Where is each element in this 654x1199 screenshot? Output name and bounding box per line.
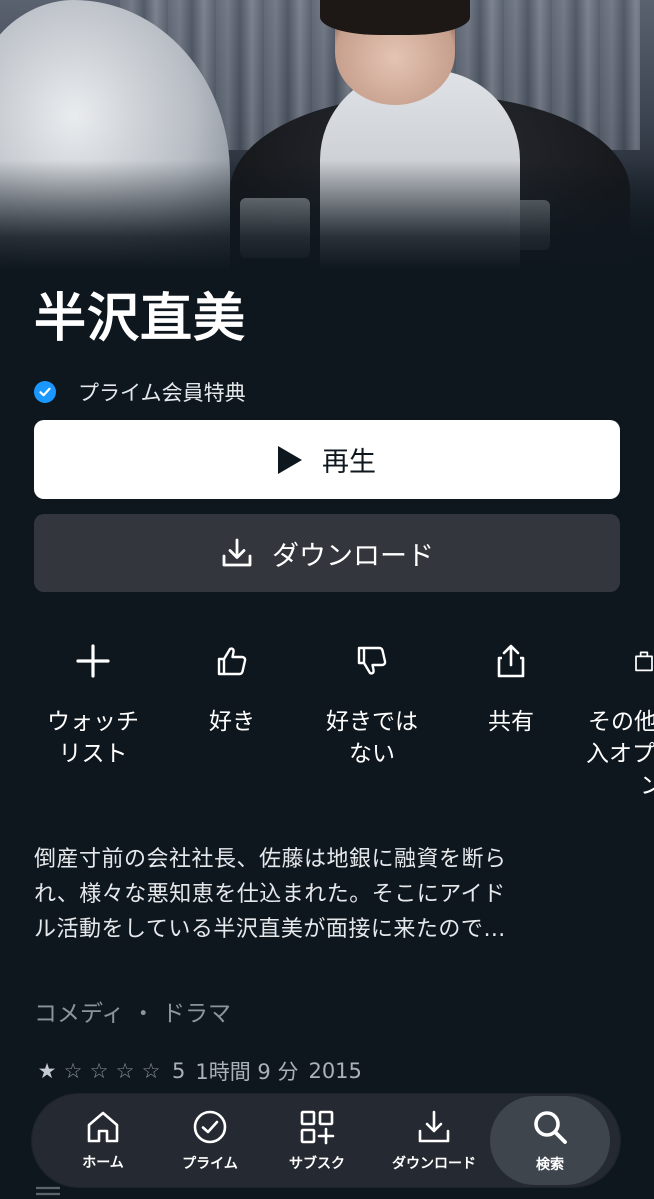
star-empty-icon: ☆ [89, 1059, 109, 1083]
nav-home[interactable]: ホーム [47, 1094, 159, 1187]
play-button[interactable]: 再生 [34, 420, 620, 499]
nav-subscriptions[interactable]: サブスク [261, 1094, 373, 1187]
subscription-icon [300, 1110, 335, 1144]
play-label: 再生 [322, 447, 376, 478]
synopsis-line: 倒産寸前の会社社長、佐藤は地銀に融資を断ら [34, 847, 507, 872]
nav-home-label: ホーム [82, 1154, 124, 1171]
watchlist-label-2: リスト [58, 741, 128, 767]
star-empty-icon: ☆ [63, 1059, 83, 1083]
more-options-label-3: ン [640, 773, 654, 799]
prime-label: プライム会員特典 [78, 381, 246, 405]
share-icon [441, 636, 581, 686]
dislike-action[interactable]: 好きでは ない [302, 636, 442, 770]
bottom-nav: ホーム プライム サブスク ダウンロード 検索 [32, 1094, 620, 1187]
download-icon [222, 538, 252, 567]
more-options-action[interactable]: その他 入オプ ン [582, 636, 654, 802]
nav-search-label: 検索 [536, 1156, 564, 1173]
prime-badge: プライム会員特典 [34, 376, 246, 408]
page-title: 半沢直美 [34, 289, 247, 349]
like-action[interactable]: 好き [162, 636, 302, 738]
dislike-label-1: 好きでは [326, 709, 418, 735]
list-icon [34, 1182, 74, 1199]
thumbs-up-icon [162, 636, 302, 686]
dislike-label-2: ない [349, 741, 395, 767]
duration: 1時間 9 分 [195, 1060, 299, 1084]
nav-downloads[interactable]: ダウンロード [378, 1094, 490, 1187]
star-rating: ★ ☆ ☆ ☆ ☆ [34, 1059, 164, 1083]
plus-icon [23, 636, 163, 686]
nav-downloads-label: ダウンロード [392, 1155, 476, 1172]
like-label: 好き [209, 709, 255, 735]
action-row: ウォッチ リスト 好き 好きでは ない 共有 その他 入オプ ン [0, 636, 654, 806]
star-filled-icon: ★ [37, 1059, 57, 1083]
download-label: ダウンロード [272, 540, 434, 572]
detail-page: 半沢直美 プライム会員特典 再生 ダウンロード ウォッチ リスト 好き 好きでは… [0, 0, 654, 1199]
more-options-icon [582, 636, 654, 686]
hero-image [0, 0, 654, 270]
watchlist-label-1: ウォッチ [47, 709, 139, 735]
nav-prime[interactable]: プライム [154, 1094, 266, 1187]
home-icon [87, 1111, 119, 1142]
more-options-label-2: 入オプ [586, 741, 654, 767]
synopsis[interactable]: 倒産寸前の会社社長、佐藤は地銀に融資を断ら れ、様々な悪知恵を仕込まれた。そこに… [34, 842, 624, 947]
metadata-row: ★ ☆ ☆ ☆ ☆ 5 1時間 9 分 2015 [34, 1056, 362, 1086]
synopsis-line: れ、様々な悪知恵を仕込まれた。そこにアイド [34, 882, 506, 907]
nav-search[interactable]: 検索 [490, 1096, 610, 1185]
rating-count: 5 [172, 1059, 186, 1083]
play-icon [278, 445, 302, 474]
star-empty-icon: ☆ [115, 1059, 135, 1083]
share-action[interactable]: 共有 [441, 636, 581, 738]
watchlist-action[interactable]: ウォッチ リスト [23, 636, 163, 770]
thumbs-down-icon [302, 636, 442, 686]
download-icon [418, 1110, 450, 1142]
star-empty-icon: ☆ [141, 1059, 161, 1083]
nav-subscriptions-label: サブスク [289, 1155, 345, 1172]
prime-check-icon [193, 1110, 227, 1143]
genre-list: コメディ ・ ドラマ [34, 1001, 232, 1027]
share-label: 共有 [488, 709, 534, 735]
synopsis-line: ル活動をしている半沢直美が面接に来たので… [34, 917, 506, 942]
download-button[interactable]: ダウンロード [34, 514, 620, 592]
nav-prime-label: プライム [182, 1155, 238, 1172]
more-options-label-1: その他 [588, 709, 654, 735]
search-icon [534, 1110, 567, 1144]
release-year: 2015 [308, 1059, 362, 1083]
prime-check-icon [34, 381, 56, 403]
